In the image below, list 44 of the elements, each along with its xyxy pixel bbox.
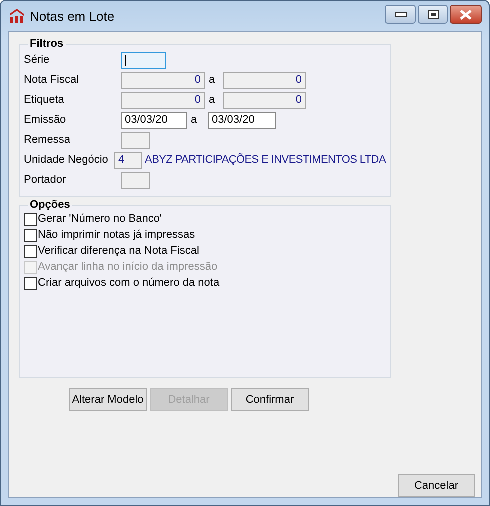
- checkbox[interactable]: [24, 228, 37, 242]
- checkbox-label: Verificar diferença na Nota Fiscal: [38, 245, 200, 257]
- input-field[interactable]: [121, 132, 150, 148]
- range-separator: a: [208, 74, 216, 86]
- input-field[interactable]: 0: [121, 72, 205, 88]
- group-title: Opções: [29, 199, 72, 211]
- field-label: Série: [24, 54, 51, 66]
- field-label: Remessa: [24, 134, 72, 146]
- window-title: Notas em Lote: [30, 8, 116, 24]
- text-cursor: [125, 54, 126, 66]
- field-label: Etiqueta: [24, 94, 66, 106]
- confirm-button[interactable]: Confirmar: [231, 388, 309, 411]
- close-button[interactable]: [450, 5, 482, 24]
- maximize-icon: [428, 10, 438, 19]
- cancel-button[interactable]: Cancelar: [398, 474, 475, 497]
- input-field[interactable]: 4: [114, 152, 142, 168]
- close-icon: [460, 10, 472, 20]
- checkbox-label: Não imprimir notas já impressas: [38, 229, 196, 241]
- group-title: Filtros: [29, 38, 65, 50]
- field-label: Portador: [24, 174, 68, 186]
- range-separator: a: [208, 94, 216, 106]
- input-field[interactable]: 03/03/20: [208, 112, 276, 128]
- input-field[interactable]: 0: [223, 72, 306, 88]
- input-field[interactable]: 0: [121, 92, 205, 108]
- description-text: ABYZ PARTICIPAÇÕES E INVESTIMENTOS LTDA: [145, 154, 386, 166]
- input-field[interactable]: [121, 52, 166, 68]
- input-field[interactable]: [121, 172, 150, 188]
- checkbox-label: Criar arquivos com o número da nota: [38, 277, 220, 289]
- minimize-button[interactable]: [385, 5, 416, 24]
- field-label: Unidade Negócio: [24, 154, 110, 166]
- field-label: Nota Fiscal: [24, 74, 80, 86]
- input-field[interactable]: 0: [223, 92, 306, 108]
- checkbox-label: Avançar linha no início da impressão: [38, 261, 218, 273]
- checkbox[interactable]: [24, 244, 37, 258]
- checkbox[interactable]: [24, 212, 37, 226]
- app-logo-icon: [9, 8, 25, 24]
- field-label: Emissão: [24, 114, 68, 126]
- range-separator: a: [190, 114, 198, 126]
- maximize-button[interactable]: [418, 5, 448, 24]
- minimize-icon: [394, 12, 406, 17]
- checkbox-label: Gerar 'Número no Banco': [38, 213, 162, 225]
- checkbox[interactable]: [24, 276, 37, 290]
- alter-model-button[interactable]: Alterar Modelo: [69, 388, 147, 411]
- input-field[interactable]: 03/03/20: [121, 112, 187, 128]
